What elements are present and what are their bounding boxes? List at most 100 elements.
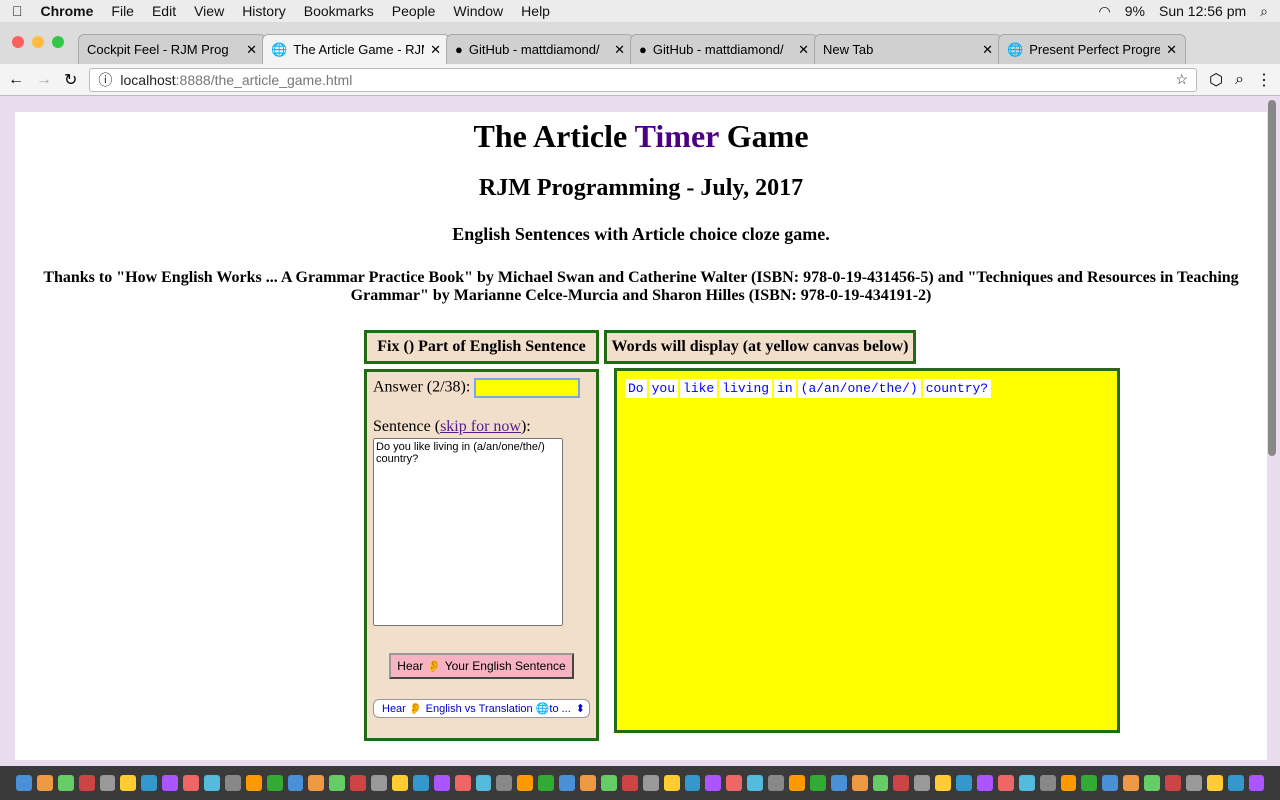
dock-app-icon[interactable] [642,775,659,791]
dock-app-icon[interactable] [308,775,325,791]
dock-app-icon[interactable] [433,775,450,791]
dock-app-icon[interactable] [475,775,492,791]
dock-app-icon[interactable] [768,775,784,791]
menu-edit[interactable]: Edit [152,3,176,19]
dock-app-icon[interactable] [1102,775,1119,791]
search-icon[interactable]: ⌕ [1260,3,1268,20]
close-icon[interactable]: ✕ [982,42,993,58]
menu-search-icon[interactable]: ⌕ [1235,71,1244,89]
menu-file[interactable]: File [111,3,134,19]
dock-app-icon[interactable] [287,775,304,791]
skip-link[interactable]: skip for now [440,418,521,435]
zoom-window-button[interactable] [52,36,64,48]
answer-input[interactable] [474,378,581,398]
forward-icon[interactable]: → [36,71,52,89]
dock-app-icon[interactable] [350,775,367,791]
dock-app-icon[interactable] [872,775,889,791]
close-icon[interactable]: ✕ [614,42,625,58]
dock-app-icon[interactable] [663,775,680,791]
dock-app-icon[interactable] [120,775,137,791]
dock-app-icon[interactable] [788,775,805,791]
dock-app-icon[interactable] [36,775,53,791]
tab-article-game[interactable]: 🌐 The Article Game - RJM ✕ [262,34,450,64]
dock-app-icon[interactable] [914,775,931,791]
wifi-icon[interactable]: ◠ [1099,3,1111,20]
menu-history[interactable]: History [242,3,286,19]
minimize-window-button[interactable] [32,36,44,48]
dock-app-icon[interactable] [705,775,722,791]
dock-app-icon[interactable] [266,775,283,791]
extension-icon[interactable]: ⬡ [1209,70,1223,90]
dock-app-icon[interactable] [851,775,868,791]
dock-app-icon[interactable] [1248,775,1265,791]
dock-app-icon[interactable] [600,775,617,791]
close-window-button[interactable] [12,36,24,48]
dock-app-icon[interactable] [747,775,764,791]
url-input[interactable]: ⓘ localhost:8888/the_article_game.html ☆ [89,67,1198,92]
dock-app-icon[interactable] [496,775,513,791]
menu-help[interactable]: Help [521,3,550,19]
apple-icon[interactable]:  [12,3,23,19]
dock-app-icon[interactable] [1227,775,1244,791]
menu-app[interactable]: Chrome [41,3,94,19]
dock-app-icon[interactable] [162,775,179,791]
close-icon[interactable]: ✕ [246,42,257,58]
menu-people[interactable]: People [392,3,436,19]
dock-app-icon[interactable] [976,775,993,791]
dock-app-icon[interactable] [16,775,32,791]
chrome-menu-icon[interactable]: ⋮ [1256,70,1272,90]
dock-app-icon[interactable] [1144,775,1160,791]
battery-percent[interactable]: 9% [1125,3,1145,20]
close-icon[interactable]: ✕ [798,42,809,58]
dock-app-icon[interactable] [893,775,910,791]
tab-present-perfect[interactable]: 🌐 Present Perfect Progres ✕ [998,34,1186,64]
dock-app-icon[interactable] [99,775,116,791]
dock-app-icon[interactable] [935,775,952,791]
dock-app-icon[interactable] [1018,775,1035,791]
dock-app-icon[interactable] [580,775,596,791]
clock[interactable]: Sun 12:56 pm [1159,3,1246,20]
dock-app-icon[interactable] [830,775,847,791]
dock-app-icon[interactable] [726,775,743,791]
dock-app-icon[interactable] [224,775,241,791]
dock-app-icon[interactable] [997,775,1014,791]
hear-sentence-button[interactable]: Hear 👂 Your English Sentence [389,653,574,679]
dock-app-icon[interactable] [1164,775,1181,791]
tab-github-1[interactable]: ● GitHub - mattdiamond/ ✕ [446,34,634,64]
dock-app-icon[interactable] [559,775,576,791]
bookmark-star-icon[interactable]: ☆ [1176,71,1189,88]
dock-app-icon[interactable] [538,775,555,791]
dock-app-icon[interactable] [809,775,826,791]
back-icon[interactable]: ← [8,71,24,89]
translation-select[interactable]: Hear 👂 English vs Translation 🌐to ... ⬍ [373,699,590,718]
dock-app-icon[interactable] [78,775,95,791]
word-canvas[interactable]: Do you like living in (a/an/one/the/) country? [614,368,1120,733]
dock-app-icon[interactable] [392,775,408,791]
dock-app-icon[interactable] [371,775,388,791]
dock-app-icon[interactable] [1206,775,1223,791]
dock-app-icon[interactable] [517,775,534,791]
tab-cockpit-feel[interactable]: Cockpit Feel - RJM Prog ✕ [78,34,266,64]
dock-app-icon[interactable] [1123,775,1140,791]
dock-app-icon[interactable] [621,775,638,791]
dock-app-icon[interactable] [412,775,429,791]
dock-app-icon[interactable] [329,775,346,791]
dock-app-icon[interactable] [1081,775,1098,791]
dock-app-icon[interactable] [1060,775,1077,791]
dock-app-icon[interactable] [956,775,972,791]
sentence-textarea[interactable]: Do you like living in (a/an/one/the/) co… [373,438,563,626]
tab-github-2[interactable]: ● GitHub - mattdiamond/ ✕ [630,34,818,64]
close-icon[interactable]: ✕ [1166,42,1177,58]
dock-app-icon[interactable] [141,775,158,791]
dock-app-icon[interactable] [57,775,74,791]
dock-app-icon[interactable] [684,775,701,791]
menu-window[interactable]: Window [453,3,503,19]
menu-bookmarks[interactable]: Bookmarks [304,3,374,19]
dock-app-icon[interactable] [1185,775,1202,791]
close-icon[interactable]: ✕ [430,42,441,58]
tab-new-tab[interactable]: New Tab ✕ [814,34,1002,64]
dock-app-icon[interactable] [183,775,200,791]
dock-app-icon[interactable] [204,775,220,791]
vertical-scrollbar[interactable] [1268,100,1276,456]
reload-icon[interactable]: ↻ [64,70,77,90]
